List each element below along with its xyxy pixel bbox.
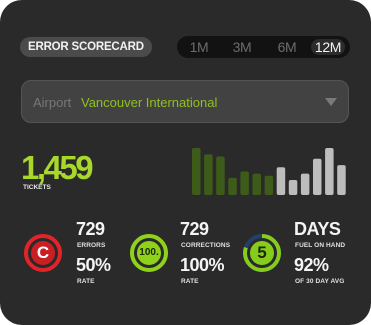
- errors-rate-label: RATE: [77, 278, 95, 285]
- c-icon-text: C: [36, 243, 50, 262]
- bar: [313, 158, 322, 195]
- range-3m-button[interactable]: 3M: [227, 39, 257, 55]
- bar: [252, 173, 261, 195]
- 5-icon-text: 5: [257, 243, 267, 262]
- range-selector: 1M 3M 6M 12M: [177, 36, 350, 58]
- bar: [192, 148, 201, 195]
- bar: [337, 165, 346, 195]
- fuel-percent-label: OF 30 DAY AVG: [295, 278, 345, 285]
- tickets-caption: TICKETS: [23, 184, 51, 191]
- tickets-total: 1,459: [21, 149, 94, 186]
- fuel-percent: 92%: [294, 255, 329, 275]
- tickets-bar-chart: [192, 148, 346, 195]
- 100-icon: 100.: [129, 233, 169, 273]
- fuel-days: DAYS: [294, 219, 341, 239]
- bar: [240, 171, 249, 195]
- bar: [325, 148, 334, 195]
- bar: [228, 177, 237, 195]
- airport-select-label: Airport: [33, 95, 72, 110]
- bar: [216, 156, 225, 195]
- scorecard-title: ERROR SCORECARD: [20, 37, 152, 57]
- corrections-rate: 100%: [180, 255, 225, 275]
- fuel-label: FUEL ON HAND: [295, 242, 346, 249]
- airport-select[interactable]: Airport Vancouver International: [21, 80, 349, 123]
- chevron-down-icon[interactable]: [325, 98, 337, 106]
- bar: [288, 180, 298, 195]
- scorecard-card: ERROR SCORECARD 1M 3M 6M 12M Airport Van…: [0, 0, 371, 325]
- bar: [204, 154, 213, 195]
- bar: [300, 173, 310, 195]
- range-1m-button[interactable]: 1M: [184, 39, 214, 55]
- errors-count: 729: [76, 219, 105, 239]
- range-6m-button[interactable]: 6M: [272, 39, 302, 55]
- c-icon: C: [23, 233, 63, 273]
- 100-icon-text: 100.: [139, 247, 159, 258]
- errors-rate: 50%: [76, 255, 111, 275]
- corrections-rate-label: RATE: [181, 278, 199, 285]
- errors-label: ERRORS: [77, 242, 106, 249]
- bar: [276, 167, 286, 195]
- bar: [264, 175, 274, 195]
- range-12m-button[interactable]: 12M: [311, 39, 345, 55]
- corrections-label: CORRECTIONS: [181, 242, 231, 249]
- corrections-count: 729: [180, 219, 209, 239]
- airport-select-value: Vancouver International: [81, 95, 218, 110]
- 5-icon: 5: [242, 233, 282, 273]
